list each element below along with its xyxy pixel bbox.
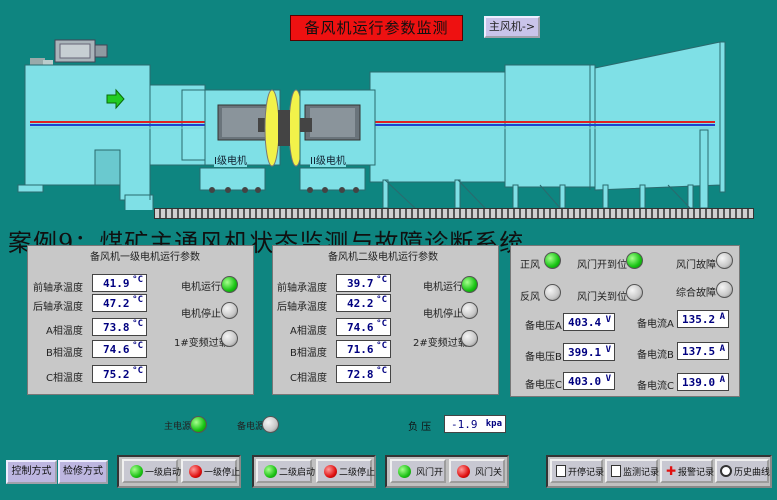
current-value: 135.2 A (677, 310, 729, 328)
run-record-button[interactable]: 开停记录 (550, 459, 604, 483)
voltage-label: 备电压B (525, 352, 562, 363)
fan-inlet (17, 64, 154, 210)
history-curve-button[interactable]: 历史曲线 (715, 459, 770, 483)
indicator-label: 反风 (520, 292, 540, 303)
motor-1-label: I级电机 (214, 152, 247, 167)
start-icon (130, 465, 143, 478)
pressure-value: -1.9 kpa (444, 415, 506, 433)
monitor-record-button[interactable]: 监测记录 (605, 459, 659, 483)
indicator-label: 风门关到位 (577, 292, 627, 303)
voltage-value: 403.4 V (563, 313, 615, 331)
panel1-row-value: 75.2 °C (92, 365, 147, 383)
current-value: 139.0 A (677, 373, 729, 391)
panel1-row-label: 前轴承温度 (33, 283, 83, 294)
stop-icon (189, 465, 202, 478)
aux-motor (30, 39, 108, 66)
panel1-row-value: 74.6 °C (92, 340, 147, 358)
backup-power-indicator (262, 416, 279, 433)
stage2-start-button[interactable]: 二级启动 (256, 459, 315, 483)
indicator-label: 正风 (520, 260, 540, 271)
stop-icon (324, 465, 337, 478)
panel-status-electrical: 正风 风门开到位 风门故障 反风 风门关到位 综合故障 备电压A 403.4 V … (510, 245, 740, 397)
main-power-indicator (190, 416, 207, 433)
base-rail (154, 208, 754, 219)
indicator-label: 综合故障 (676, 288, 716, 299)
panel2-row-value: 72.8 °C (336, 365, 391, 383)
inverter1-overload-indicator (221, 330, 238, 347)
panel-motor-1-title: 备风机一级电机运行参数 (90, 252, 200, 263)
stage2-stop-button[interactable]: 二级停止 (316, 459, 375, 483)
damper-close-button[interactable]: 风门关 (449, 459, 505, 483)
voltage-value: 399.1 V (563, 343, 615, 361)
panel2-status-label: 2#变频过载 (413, 338, 468, 349)
panel1-row-label: C相温度 (46, 373, 83, 384)
forward-air-indicator (544, 252, 561, 269)
panel2-row-value: 74.6 °C (336, 318, 391, 336)
damper-open-button[interactable]: 风门开 (390, 459, 446, 483)
stage1-stop-button[interactable]: 一级停止 (181, 459, 240, 483)
panel1-row-label: A相温度 (46, 326, 83, 337)
panel2-status-label: 电机运行 (423, 282, 463, 293)
panel2-row-label: 前轴承温度 (277, 283, 327, 294)
panel2-status-label: 电机停止 (423, 309, 463, 320)
voltage-label: 备电压C (525, 380, 562, 391)
panel2-row-label: B相温度 (290, 348, 327, 359)
record-icon (556, 465, 566, 477)
panel2-row-value: 39.7 °C (336, 274, 391, 292)
panel1-status-label: 电机运行 (181, 282, 221, 293)
control-mode-button[interactable]: 控制方式 (6, 460, 57, 484)
record-icon (611, 465, 621, 477)
panel-motor-2-title: 备风机二级电机运行参数 (328, 252, 438, 263)
current-value: 137.5 A (677, 342, 729, 360)
panel-motor-2: 备风机二级电机运行参数 前轴承温度 39.7 °C 后轴承温度 42.2 °C A相… (272, 245, 499, 395)
motor2-stopped-indicator (461, 302, 478, 319)
indicator-label: 风门故障 (676, 260, 716, 271)
panel-motor-1: 备风机一级电机运行参数 前轴承温度 41.9 °C 后轴承温度 47.2 °C A相… (27, 245, 254, 395)
panel1-row-value: 41.9 °C (92, 274, 147, 292)
current-label: 备电流B (637, 350, 674, 361)
backup-power-label: 备电源 (237, 422, 265, 432)
general-fault-indicator (716, 281, 733, 298)
inverter2-overload-indicator (461, 330, 478, 347)
current-label: 备电流A (637, 319, 674, 330)
alarm-icon: ✚ (666, 464, 677, 478)
panel2-row-value: 42.2 °C (336, 294, 391, 312)
reverse-air-indicator (544, 284, 561, 301)
motor1-stopped-indicator (221, 302, 238, 319)
damper-open-indicator (626, 252, 643, 269)
fan-diagram (17, 39, 726, 210)
panel1-row-value: 73.8 °C (92, 318, 147, 336)
maintenance-mode-button[interactable]: 检修方式 (58, 460, 108, 484)
motor1-running-indicator (221, 276, 238, 293)
start-icon (398, 465, 411, 478)
panel2-row-value: 71.6 °C (336, 340, 391, 358)
motor2-running-indicator (461, 276, 478, 293)
panel2-row-label: C相温度 (290, 373, 327, 384)
voltage-value: 403.0 V (563, 372, 615, 390)
damper-closed-indicator (626, 284, 643, 301)
alarm-record-button[interactable]: ✚ 报警记录 (660, 459, 714, 483)
clock-icon (720, 465, 732, 477)
indicator-label: 风门开到位 (577, 260, 627, 271)
damper-fault-indicator (716, 252, 733, 269)
voltage-label: 备电压A (525, 321, 562, 332)
panel2-row-label: A相温度 (290, 326, 327, 337)
panel1-row-label: 后轴承温度 (33, 302, 83, 313)
panel1-row-label: B相温度 (46, 348, 83, 359)
motor-2-label: II级电机 (310, 152, 346, 167)
stop-icon (457, 465, 470, 478)
panel1-row-value: 47.2 °C (92, 294, 147, 312)
start-icon (264, 465, 277, 478)
main-power-label: 主电源 (164, 422, 192, 432)
stage1-start-button[interactable]: 一级启动 (122, 459, 181, 483)
pressure-label: 负 压 (408, 422, 432, 433)
panel1-status-label: 电机停止 (181, 309, 221, 320)
current-label: 备电流C (637, 381, 674, 392)
panel2-row-label: 后轴承温度 (277, 302, 327, 313)
coupling (264, 89, 304, 167)
motor-2 (299, 89, 376, 193)
